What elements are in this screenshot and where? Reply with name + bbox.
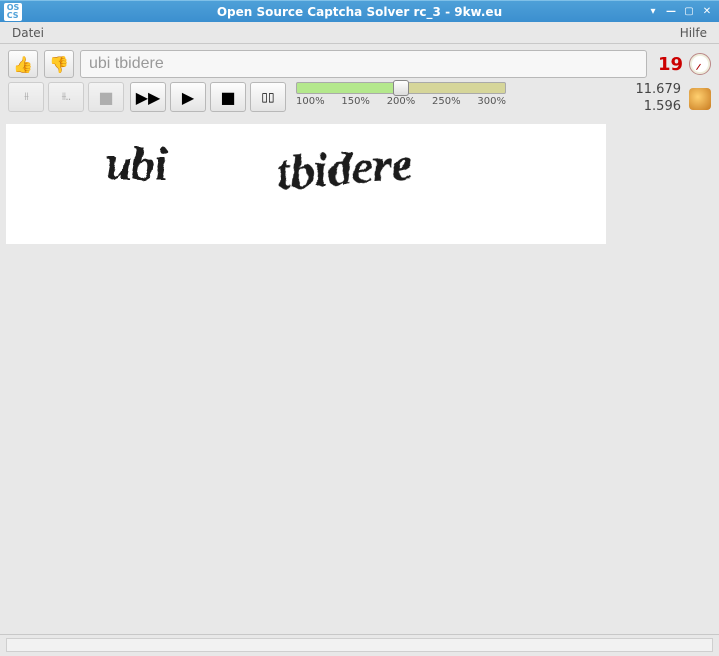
layout-button[interactable]: ▯▯: [250, 82, 286, 112]
zoom-slider[interactable]: [296, 82, 506, 94]
zoom-slider-area: 100% 150% 200% 250% 300%: [296, 82, 506, 107]
timer-icon: [689, 53, 711, 75]
playback-buttons: ▶▶ ▶ ■ ▯▯: [130, 82, 286, 112]
square-grey-icon: ■: [98, 88, 113, 107]
history-list-icon: ⟊⟊..: [62, 90, 71, 104]
status-bar: [0, 634, 719, 656]
play-icon: ▶: [182, 88, 194, 107]
zoom-tick: 100%: [296, 96, 325, 107]
coin-icon: [689, 88, 711, 110]
history-prev-icon: ⟊⟊: [24, 90, 28, 104]
zoom-tick: 200%: [387, 96, 416, 107]
answer-row: 👍 👎 19: [0, 44, 719, 80]
menu-help[interactable]: Hilfe: [674, 24, 713, 42]
stat-solved: 1.596: [636, 99, 682, 116]
captcha-svg: ubi tbidere: [6, 124, 606, 244]
history-stop-button[interactable]: ■: [88, 82, 124, 112]
fast-forward-button[interactable]: ▶▶: [130, 82, 166, 112]
captcha-image: ubi tbidere: [6, 124, 606, 244]
history-prev-button[interactable]: ⟊⟊: [8, 82, 44, 112]
timer-seconds: 19: [653, 54, 683, 75]
work-area: ubi tbidere: [0, 120, 719, 634]
play-button[interactable]: ▶: [170, 82, 206, 112]
app-icon: OSCS: [4, 3, 22, 21]
zoom-tick: 250%: [432, 96, 461, 107]
controls-row: ⟊⟊ ⟊⟊.. ■ ▶▶ ▶ ■ ▯▯: [0, 80, 719, 120]
restore-button[interactable]: —: [663, 5, 679, 19]
zoom-tick: 150%: [341, 96, 370, 107]
close-button[interactable]: ✕: [699, 5, 715, 19]
content-area: 👍 👎 19 ⟊⟊ ⟊⟊.. ■ ▶▶ ▶: [0, 44, 719, 656]
minimize-button[interactable]: ▾: [645, 5, 661, 19]
stop-icon: ■: [220, 88, 235, 107]
menubar: Datei Hilfe: [0, 22, 719, 44]
window-titlebar: OSCS Open Source Captcha Solver rc_3 - 9…: [0, 0, 719, 22]
thumbs-up-button[interactable]: 👍: [8, 50, 38, 78]
zoom-slider-thumb[interactable]: [393, 80, 409, 96]
layout-icon: ▯▯: [261, 90, 274, 104]
zoom-ticks: 100% 150% 200% 250% 300%: [296, 96, 506, 107]
captcha-word1: ubi: [106, 138, 168, 189]
history-buttons: ⟊⟊ ⟊⟊.. ■: [8, 82, 124, 112]
window-title: Open Source Captcha Solver rc_3 - 9kw.eu: [0, 5, 719, 19]
stop-button[interactable]: ■: [210, 82, 246, 112]
fast-forward-icon: ▶▶: [136, 88, 161, 107]
captcha-word2: tbidere: [275, 137, 414, 199]
thumbs-up-icon: 👍: [13, 55, 33, 74]
stats: 11.679 1.596: [636, 82, 712, 116]
maximize-button[interactable]: ▢: [681, 5, 697, 19]
menu-file[interactable]: Datei: [6, 24, 50, 42]
thumbs-down-button[interactable]: 👎: [44, 50, 74, 78]
history-list-button[interactable]: ⟊⟊..: [48, 82, 84, 112]
zoom-tick: 300%: [477, 96, 506, 107]
stat-balance: 11.679: [636, 82, 682, 99]
answer-input[interactable]: [80, 50, 647, 78]
status-bar-well: [6, 638, 713, 652]
thumbs-down-icon: 👎: [49, 55, 69, 74]
